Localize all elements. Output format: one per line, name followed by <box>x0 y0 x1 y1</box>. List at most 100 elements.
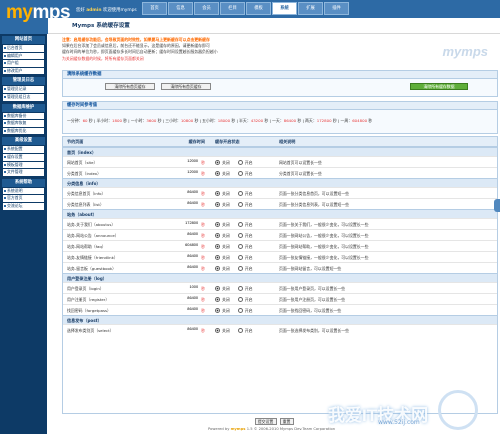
clear-home-cache-button[interactable]: 清除所有首页缓存 <box>161 83 211 90</box>
seconds-unit: 秒 <box>201 159 205 165</box>
topnav-tab[interactable]: 模板 <box>246 2 271 15</box>
sidebar-section: 管理员日志 管理员记录 管理员组日志 <box>2 77 45 101</box>
sidebar-section-title[interactable]: 网站首页 <box>2 36 45 44</box>
topnav-tab[interactable]: 信息 <box>168 2 193 15</box>
reset-button[interactable]: 重置 <box>279 417 294 425</box>
sidebar-item[interactable]: 交流论坛 <box>3 202 44 210</box>
table-row: 站务-友情链接（friendlink） 秒 关闭 开启 页面一张友情链接，一般很少变化，… <box>63 251 497 262</box>
sidebar-item[interactable]: 模板管理 <box>3 161 44 169</box>
radio-on[interactable] <box>237 201 243 207</box>
sidebar-item[interactable]: 数据库备份 <box>3 112 44 120</box>
cache-ref-value: 172800 <box>316 118 332 123</box>
radio-off[interactable] <box>215 307 220 313</box>
cache-time-input[interactable] <box>178 167 199 175</box>
cache-time-input[interactable] <box>178 187 199 195</box>
sidebar-item[interactable]: 用户组 <box>3 60 44 67</box>
mymps-watermark: mymps <box>442 44 488 59</box>
cache-ref-item: | 半小时：1800 秒 <box>92 118 128 123</box>
radio-on[interactable] <box>237 159 243 165</box>
sidebar-item[interactable]: 官方首页 <box>3 195 44 202</box>
radio-off[interactable] <box>215 159 220 165</box>
topnav-tab[interactable]: 首页 <box>142 2 167 15</box>
page-name: 站务-友情链接（friendlink） <box>67 254 118 260</box>
topnav-tab[interactable]: 扩展 <box>298 2 323 15</box>
sidebar-item[interactable]: 管理员记录 <box>3 86 44 93</box>
radio-on[interactable] <box>237 221 243 227</box>
radio-on[interactable] <box>237 254 243 260</box>
radio-on[interactable] <box>237 327 243 333</box>
cache-ref-value: 1800 <box>112 118 122 123</box>
radio-on[interactable] <box>237 307 243 313</box>
radio-off[interactable] <box>215 243 220 249</box>
submit-button[interactable]: 提交设置 <box>254 417 277 425</box>
cache-time-input[interactable] <box>178 251 199 259</box>
radio-off[interactable] <box>215 232 220 238</box>
float-share-icon[interactable] <box>494 199 500 212</box>
radio-off[interactable] <box>215 296 220 302</box>
radio-off[interactable] <box>215 327 220 333</box>
page-name: 站务-网站帮助（faq） <box>67 243 106 249</box>
radio-off-label: 关闭 <box>222 232 230 238</box>
radio-on[interactable] <box>237 232 243 238</box>
seconds-unit: 秒 <box>201 254 205 260</box>
cache-ref-item: | 两天：172800 秒 <box>301 118 337 123</box>
cache-time-input[interactable] <box>178 304 199 312</box>
topnav-tab[interactable]: 系统 <box>272 2 297 15</box>
cache-time-input[interactable] <box>178 240 199 248</box>
cache-ref-item: | 一周：604800 秒 <box>336 118 373 123</box>
table-row: 站务-留言板（guestbook） 秒 关闭 开启 页面一张网站留言，可以设置短一些 <box>63 262 497 273</box>
radio-off[interactable] <box>215 221 220 227</box>
cache-time-input[interactable] <box>178 293 199 301</box>
sidebar-item[interactable]: 系统配置 <box>3 146 44 153</box>
cache-time-input[interactable] <box>178 282 199 290</box>
sidebar-item[interactable]: 编辑用户 <box>3 52 44 60</box>
sidebar-item[interactable]: 后台首页 <box>3 45 44 52</box>
cache-time: 秒 <box>171 198 207 210</box>
sidebar-section-title[interactable]: 系统帮助 <box>2 178 45 187</box>
cache-settings-table: 节约页面 缓存时间 缓存开启状态 相关说明 首页（index） 网站首页（site… <box>62 136 498 414</box>
radio-off[interactable] <box>215 201 220 207</box>
table-row: 找回密码（forgetpass） 秒 关闭 开启 页面一张找回密码，可以设置长一些 <box>63 304 497 315</box>
cache-time-input[interactable] <box>178 218 199 226</box>
sidebar-section-title[interactable]: 数据库维护 <box>2 103 45 112</box>
clear-index-cache-button[interactable]: 清除所有首页缓存 <box>105 83 155 90</box>
description: 网站首页可以设置长一些 <box>279 159 322 165</box>
sidebar-item[interactable]: 缓存设置 <box>3 153 44 161</box>
cache-time-input[interactable] <box>178 198 199 206</box>
radio-off-label: 关闭 <box>222 159 230 165</box>
topnav-tab[interactable]: 会员 <box>194 2 219 15</box>
radio-off[interactable] <box>215 254 220 260</box>
radio-off[interactable] <box>215 170 220 176</box>
radio-on[interactable] <box>237 265 243 271</box>
cache-time-input[interactable] <box>178 156 199 164</box>
sidebar-item[interactable]: 数据库优化 <box>3 127 44 135</box>
radio-on[interactable] <box>237 190 243 196</box>
topnav-tab[interactable]: 插件 <box>324 2 349 15</box>
radio-on[interactable] <box>237 243 243 249</box>
radio-off[interactable] <box>215 265 220 271</box>
cache-ref-item: | 一小时：3600 秒 <box>127 118 162 123</box>
radio-on[interactable] <box>237 170 243 176</box>
sidebar-section-title[interactable]: 管理员日志 <box>2 77 45 86</box>
table-row: 用户注册页（register） 秒 关闭 开启 页面一张用户注册页，可以设置长一些 <box>63 293 497 304</box>
clear-all-cache-button[interactable]: 清除所有缓存数据 <box>410 83 468 90</box>
sidebar-section-title[interactable]: 高级设置 <box>2 137 45 146</box>
radio-on[interactable] <box>237 296 243 302</box>
cache-time-input[interactable] <box>178 229 199 237</box>
radio-off[interactable] <box>215 190 220 196</box>
sidebar-item[interactable]: 修改用户 <box>3 67 44 75</box>
radio-on[interactable] <box>237 285 243 291</box>
username[interactable]: admin <box>86 8 101 13</box>
table-row: 站务-网站帮助（faq） 秒 关闭 开启 页面一张网站帮助，一般很少变化，可以设置长一些 <box>63 240 497 251</box>
cache-state: 关闭 开启 <box>207 325 275 336</box>
sidebar-item[interactable]: 文件管理 <box>3 169 44 176</box>
sidebar-item[interactable]: 管理员组日志 <box>3 93 44 101</box>
radio-off-label: 关闭 <box>222 243 230 249</box>
sidebar-item[interactable]: 系统说明 <box>3 187 44 195</box>
cache-time: 秒 <box>171 324 207 336</box>
cache-time-input[interactable] <box>178 324 199 332</box>
topnav-tab[interactable]: 栏目 <box>220 2 245 15</box>
cache-time-input[interactable] <box>178 262 199 270</box>
radio-off[interactable] <box>215 285 220 291</box>
sidebar-item[interactable]: 数据库恢复 <box>3 120 44 127</box>
